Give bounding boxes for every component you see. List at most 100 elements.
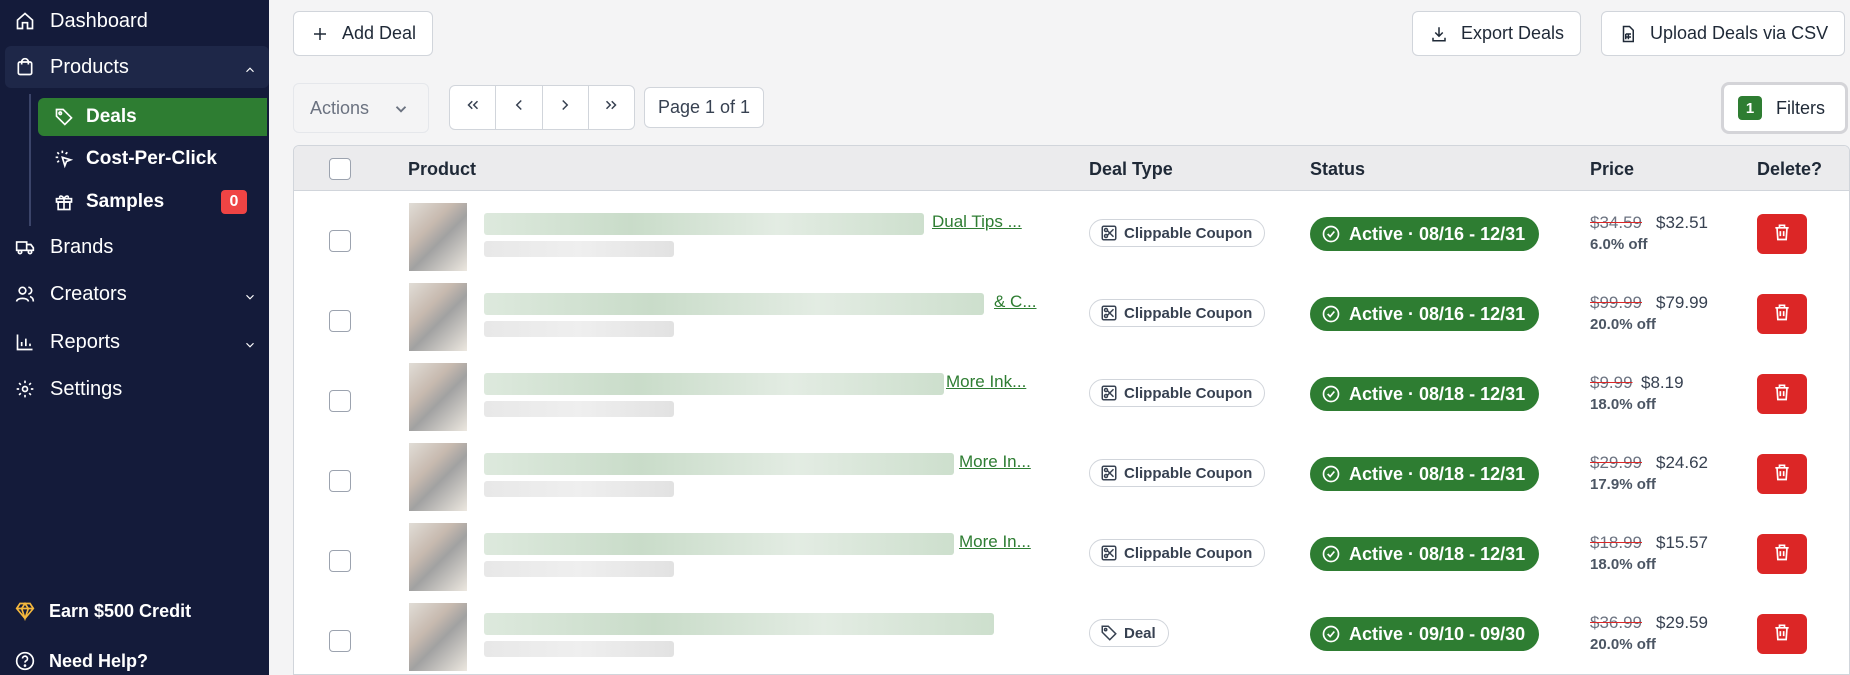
upload-csv-button[interactable]: Upload Deals via CSV [1601, 11, 1846, 56]
check-circle-icon [1321, 384, 1341, 404]
status-label: Active · 08/18 - 12/31 [1349, 463, 1526, 484]
sidebar-item-dashboard[interactable]: Dashboard [0, 0, 148, 42]
sidebar-subitem-cost-per-click[interactable]: Cost-Per-Click [38, 140, 267, 178]
product-thumbnail [409, 443, 467, 511]
delete-button[interactable] [1757, 214, 1807, 254]
filters-button[interactable]: 1 Filters [1721, 82, 1848, 134]
original-price: $34.59 [1590, 213, 1642, 232]
row-checkbox[interactable] [329, 550, 351, 572]
product-subtitle-blurred [484, 561, 674, 577]
upload-csv-label: Upload Deals via CSV [1650, 23, 1829, 43]
row-checkbox[interactable] [329, 310, 351, 332]
delete-button[interactable] [1757, 614, 1807, 654]
coupon-scissors-icon [1100, 304, 1118, 322]
table-row: Deal Active · 09/10 - 09/30 $36.99 $29.5… [294, 591, 1849, 671]
delete-button[interactable] [1757, 534, 1807, 574]
sale-price: $32.51 [1656, 213, 1708, 232]
table-row: & C... Clippable Coupon Active · 08/16 -… [294, 271, 1849, 351]
product-link[interactable]: Dual Tips ... [932, 212, 1022, 232]
deal-type-label: Clippable Coupon [1124, 544, 1253, 562]
need-help-link[interactable]: Need Help? [14, 650, 148, 672]
product-link[interactable]: More In... [959, 452, 1031, 472]
file-csv-icon [1618, 24, 1638, 44]
delete-button[interactable] [1757, 294, 1807, 334]
status-badge: Active · 08/18 - 12/31 [1310, 457, 1540, 491]
product-link[interactable]: More In... [959, 532, 1031, 552]
shopping-bag-icon [14, 56, 36, 78]
home-icon [14, 10, 36, 32]
sidebar-item-label: Settings [50, 377, 123, 400]
sidebar-item-settings[interactable]: Settings [0, 368, 122, 410]
sidebar-item-label: Brands [50, 235, 114, 258]
product-subtitle-blurred [484, 321, 674, 337]
column-header-price[interactable]: Price [1590, 159, 1634, 180]
delete-button[interactable] [1757, 454, 1807, 494]
help-circle-icon [14, 650, 36, 672]
sale-price: $29.59 [1656, 613, 1708, 632]
sidebar-subitem-deals[interactable]: Deals [38, 98, 267, 136]
original-price: $9.99 [1590, 373, 1633, 392]
sidebar-item-brands[interactable]: Brands [0, 226, 113, 268]
first-page-button[interactable] [450, 86, 497, 129]
delete-button[interactable] [1757, 374, 1807, 414]
product-thumbnail [409, 603, 467, 671]
row-checkbox[interactable] [329, 390, 351, 412]
sidebar-subitem-samples[interactable]: Samples 0 [38, 183, 267, 221]
chevron-left-icon [510, 96, 528, 119]
product-title-blurred [484, 293, 984, 315]
need-help-label: Need Help? [49, 650, 149, 671]
sale-price: $15.57 [1656, 533, 1708, 552]
sale-price: $8.19 [1641, 373, 1684, 392]
coupon-scissors-icon [1100, 384, 1118, 402]
product-link[interactable]: & C... [994, 292, 1037, 312]
trash-icon [1772, 382, 1792, 407]
last-page-button[interactable] [589, 86, 634, 129]
deal-type-badge: Clippable Coupon [1089, 459, 1266, 487]
product-link[interactable]: More Ink... [946, 372, 1026, 392]
next-page-button[interactable] [543, 86, 589, 129]
table-row: Dual Tips ... Clippable Coupon Active · … [294, 191, 1849, 271]
chevron-down-icon [243, 335, 257, 349]
row-checkbox[interactable] [329, 230, 351, 252]
gear-icon [14, 378, 36, 400]
row-checkbox[interactable] [329, 470, 351, 492]
original-price: $99.99 [1590, 293, 1642, 312]
table-row: More In... Clippable Coupon Active · 08/… [294, 511, 1849, 591]
sidebar-item-reports[interactable]: Reports [0, 321, 269, 363]
add-deal-button[interactable]: Add Deal [293, 11, 434, 56]
sidebar-item-label: Dashboard [50, 9, 148, 32]
column-header-delete: Delete? [1757, 159, 1823, 179]
sidebar-item-products[interactable]: Products [5, 46, 269, 88]
plus-icon [310, 24, 330, 44]
export-deals-label: Export Deals [1461, 23, 1565, 43]
check-circle-icon [1321, 464, 1341, 484]
product-thumbnail [409, 283, 467, 351]
trash-icon [1772, 302, 1792, 327]
export-deals-button[interactable]: Export Deals [1412, 11, 1582, 56]
product-subtitle-blurred [484, 241, 674, 257]
earn-credit-label: Earn $500 Credit [49, 600, 192, 621]
row-checkbox[interactable] [329, 630, 351, 652]
original-price: $18.99 [1590, 533, 1642, 552]
discount-percent: 6.0% off [1590, 236, 1648, 253]
cursor-click-icon [54, 149, 74, 169]
status-label: Active · 09/10 - 09/30 [1349, 623, 1526, 644]
earn-credit-link[interactable]: Earn $500 Credit [14, 600, 191, 622]
original-price: $29.99 [1590, 453, 1642, 472]
column-header-deal-type[interactable]: Deal Type [1089, 159, 1173, 180]
discount-percent: 18.0% off [1590, 556, 1656, 573]
samples-count-badge: 0 [221, 190, 247, 214]
coupon-scissors-icon [1100, 464, 1118, 482]
deal-type-label: Clippable Coupon [1124, 464, 1253, 482]
trash-icon [1772, 462, 1792, 487]
column-header-product[interactable]: Product [408, 159, 476, 180]
status-label: Active · 08/18 - 12/31 [1349, 383, 1526, 404]
column-header-status[interactable]: Status [1310, 159, 1365, 180]
actions-dropdown[interactable]: Actions [293, 83, 429, 133]
check-circle-icon [1321, 544, 1341, 564]
main-content: Add Deal Export Deals Upload Deals via C… [269, 0, 1850, 675]
product-title-blurred [484, 533, 954, 555]
sidebar-item-creators[interactable]: Creators [0, 273, 269, 315]
prev-page-button[interactable] [496, 86, 543, 129]
select-all-checkbox[interactable] [329, 158, 351, 180]
